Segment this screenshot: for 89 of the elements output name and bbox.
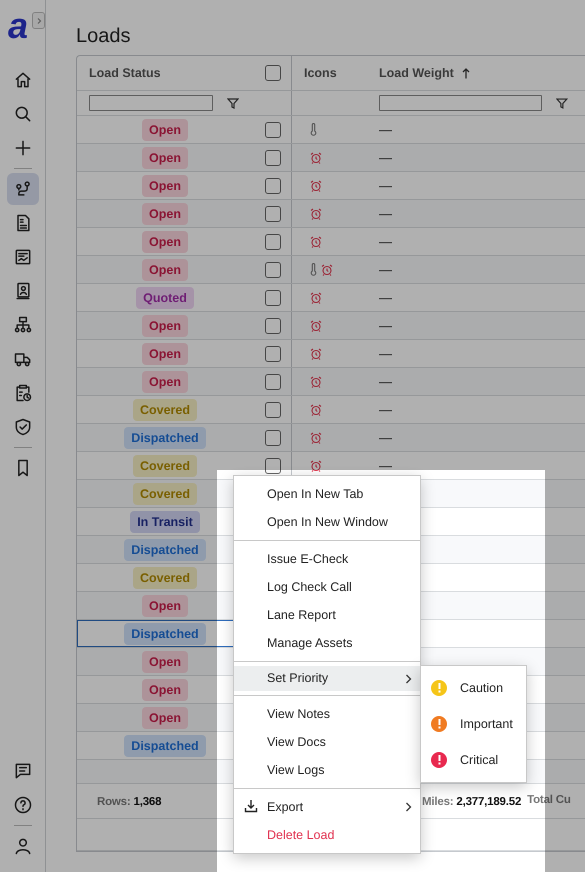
status-badge: In Transit [130,510,200,532]
table-cell-text: — [379,344,392,363]
shield-check-icon [12,417,32,437]
row-checkbox[interactable] [265,318,281,334]
status-badge: Dispatched [124,622,206,644]
logo[interactable]: a [8,8,28,44]
row-checkbox[interactable] [265,374,281,390]
status-badge: Open [142,594,188,616]
table-cell-text: — [379,120,392,139]
filter-icon[interactable] [556,98,568,108]
table-cell-text: — [379,288,392,307]
status-badge: Open [142,230,188,252]
menu-item[interactable]: Delete Load [234,821,420,849]
filter-icon[interactable] [227,98,239,108]
page-title: Loads [76,26,132,46]
table-cell-text: — [379,148,392,167]
menu-item[interactable]: Export [234,793,420,821]
menu-item[interactable]: Open In New Tab [234,480,420,508]
row-checkbox[interactable] [265,206,281,222]
row-checkbox[interactable] [265,178,281,194]
table-cell-text: — [379,232,392,251]
filter-field[interactable] [379,95,542,111]
chevron-right-icon [34,16,43,24]
summary-text: Rows: 1,368 [97,794,162,808]
row-checkbox[interactable] [265,458,281,474]
status-badge: Open [142,202,188,224]
menu-item[interactable]: View Notes [234,700,420,728]
plus-icon [12,138,32,158]
status-badge: Open [142,118,188,140]
submenu-item[interactable]: Caution [421,670,526,706]
status-badge: Quoted [136,286,194,308]
sidebar-nav-button[interactable] [6,173,38,205]
status-badge: Open [142,342,188,364]
table-cell-text: — [379,316,392,335]
status-badge: Dispatched [124,734,206,756]
menu-item[interactable]: Manage Assets [234,629,420,657]
filter-field[interactable] [89,95,213,111]
row-checkbox[interactable] [265,346,281,362]
menu-item[interactable]: View Docs [234,728,420,756]
menu-item[interactable]: View Logs [234,756,420,784]
select-all-checkbox[interactable] [265,65,281,81]
status-badge: Covered [132,398,198,420]
expand-sidebar-button[interactable] [32,12,45,29]
table-cell-text: — [379,428,392,447]
status-badge: Open [142,370,188,392]
status-badge: Open [142,706,188,728]
column-header[interactable]: Load Status [89,64,161,82]
row-checkbox[interactable] [265,430,281,446]
menu-item[interactable]: Issue E-Check [234,545,420,573]
submenu-item[interactable]: Important [421,706,526,742]
user-icon [12,836,32,856]
home-icon [12,70,32,90]
submenu-item[interactable]: Critical [421,742,526,778]
table-cell-text: — [379,456,392,475]
help-icon [12,795,32,815]
table-cell-text: — [379,372,392,391]
row-checkbox[interactable] [265,122,281,138]
status-badge: Open [142,314,188,336]
column-header[interactable]: Load Weight [379,64,454,82]
status-badge: Covered [132,454,198,476]
table-cell-text: — [379,204,392,223]
menu-item[interactable]: Log Check Call [234,573,420,601]
status-badge: Open [142,678,188,700]
row-checkbox[interactable] [265,262,281,278]
status-badge: Open [142,174,188,196]
menu-item[interactable]: Open In New Window [234,508,420,536]
status-badge: Dispatched [124,538,206,560]
status-badge: Covered [132,482,198,504]
status-badge: Open [142,146,188,168]
status-badge: Covered [132,566,198,588]
table-cell-text: — [379,176,392,195]
row-checkbox[interactable] [265,402,281,418]
row-checkbox[interactable] [265,150,281,166]
status-badge: Open [142,650,188,672]
chat-icon [12,761,32,781]
menu-item[interactable]: Set Priority [234,666,420,691]
hierarchy-icon [12,315,32,335]
row-checkbox[interactable] [265,290,281,306]
column-header[interactable]: Icons [304,64,337,82]
row-checkbox[interactable] [265,234,281,250]
search-icon [12,104,32,124]
download-icon [244,799,258,813]
table-cell-text: — [379,260,392,279]
report-icon [12,247,32,267]
menu-item[interactable]: Lane Report [234,601,420,629]
status-badge: Dispatched [124,426,206,448]
status-badge: Open [142,258,188,280]
table-cell-text: — [379,400,392,419]
summary-text: Miles: 2,377,189.52 [422,794,522,810]
